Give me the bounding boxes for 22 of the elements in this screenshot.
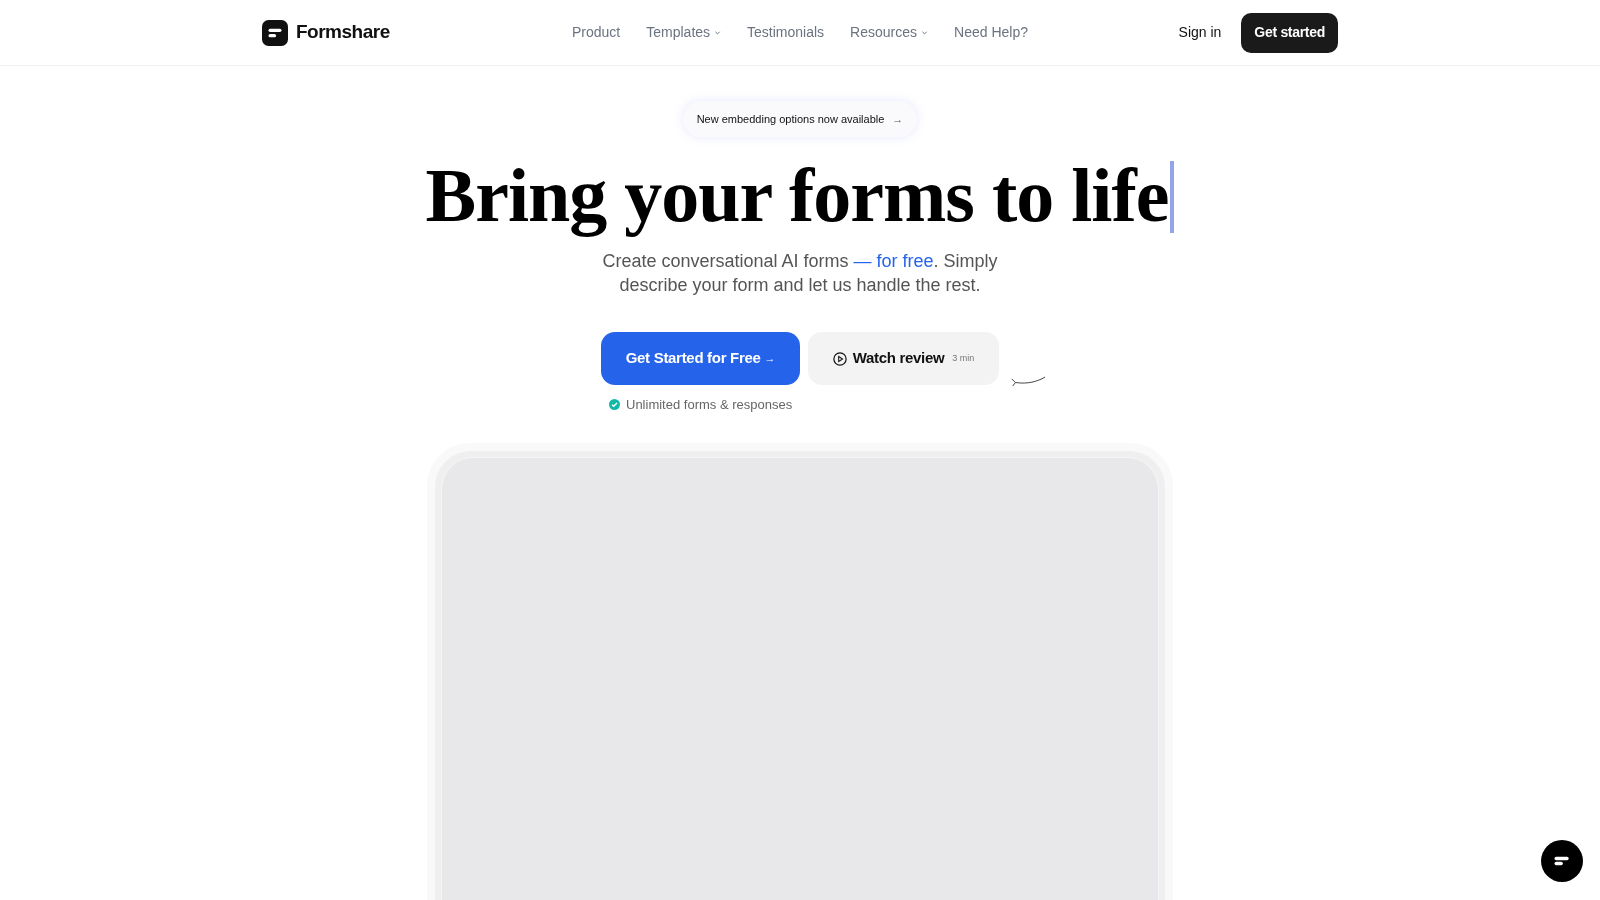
check-badge-icon	[609, 399, 620, 411]
chat-launcher-button[interactable]	[1541, 840, 1583, 882]
sign-in-link[interactable]: Sign in	[1178, 22, 1222, 43]
arrow-doodle-icon	[1010, 376, 1046, 389]
brand-name[interactable]: Formshare	[296, 18, 390, 47]
get-started-button[interactable]: Get started	[1241, 12, 1338, 53]
announcement-pill[interactable]: New embedding options now available →	[682, 101, 918, 137]
text-cursor	[1170, 161, 1175, 233]
watch-review-button[interactable]: Watch review 3 min	[808, 332, 999, 385]
nav-link[interactable]: Testimonials	[747, 22, 825, 43]
nav-link[interactable]: Need Help?	[954, 22, 1028, 43]
play-circle-icon	[832, 351, 847, 366]
logo-icon	[262, 19, 288, 46]
hero-headline: Bring your forms to life	[425, 152, 1169, 239]
hero-subtitle: Create conversational AI forms — for free. Simply describe your form and let us handle the rest.	[601, 250, 999, 297]
nav-link[interactable]: Product	[572, 22, 621, 43]
get-started-free-button[interactable]: Get Started for Free →	[601, 332, 800, 385]
nav-link[interactable]: Templates	[646, 22, 722, 43]
unlimited-note: Unlimited forms & responses	[626, 396, 793, 414]
chevron-down-icon	[921, 29, 929, 36]
chevron-down-icon	[714, 29, 722, 36]
nav-link[interactable]: Resources	[850, 22, 929, 43]
